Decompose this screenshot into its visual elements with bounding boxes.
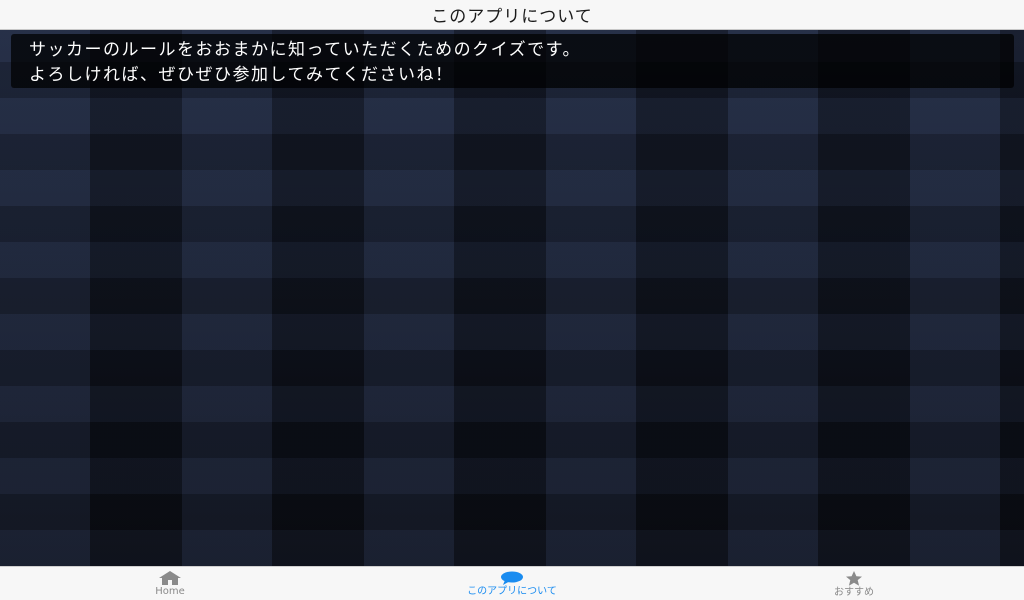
home-icon — [159, 571, 181, 585]
navigation-bar: このアプリについて — [0, 0, 1024, 30]
tab-about[interactable]: このアプリについて — [412, 567, 612, 600]
content-area: サッカーのルールをおおまかに知っていただくためのクイズです。 よろしければ、ぜひ… — [0, 30, 1024, 566]
tab-home[interactable]: Home — [70, 567, 270, 600]
speech-bubble-icon — [501, 571, 523, 585]
message-line-1: サッカーのルールをおおまかに知っていただくためのクイズです。 — [29, 40, 581, 60]
tab-home-label: Home — [155, 586, 185, 597]
tab-recommend-label: おすすめ — [834, 587, 874, 598]
tab-bar: Home このアプリについて おすすめ — [0, 566, 1024, 600]
message-line-2: よろしければ、ぜひぜひ参加してみてくださいね！ — [29, 65, 454, 85]
tab-about-label: このアプリについて — [467, 586, 557, 597]
star-icon — [846, 571, 862, 586]
page-title: このアプリについて — [431, 7, 593, 27]
tab-recommend[interactable]: おすすめ — [754, 567, 954, 600]
message-box: サッカーのルールをおおまかに知っていただくためのクイズです。 よろしければ、ぜひ… — [11, 34, 1014, 88]
